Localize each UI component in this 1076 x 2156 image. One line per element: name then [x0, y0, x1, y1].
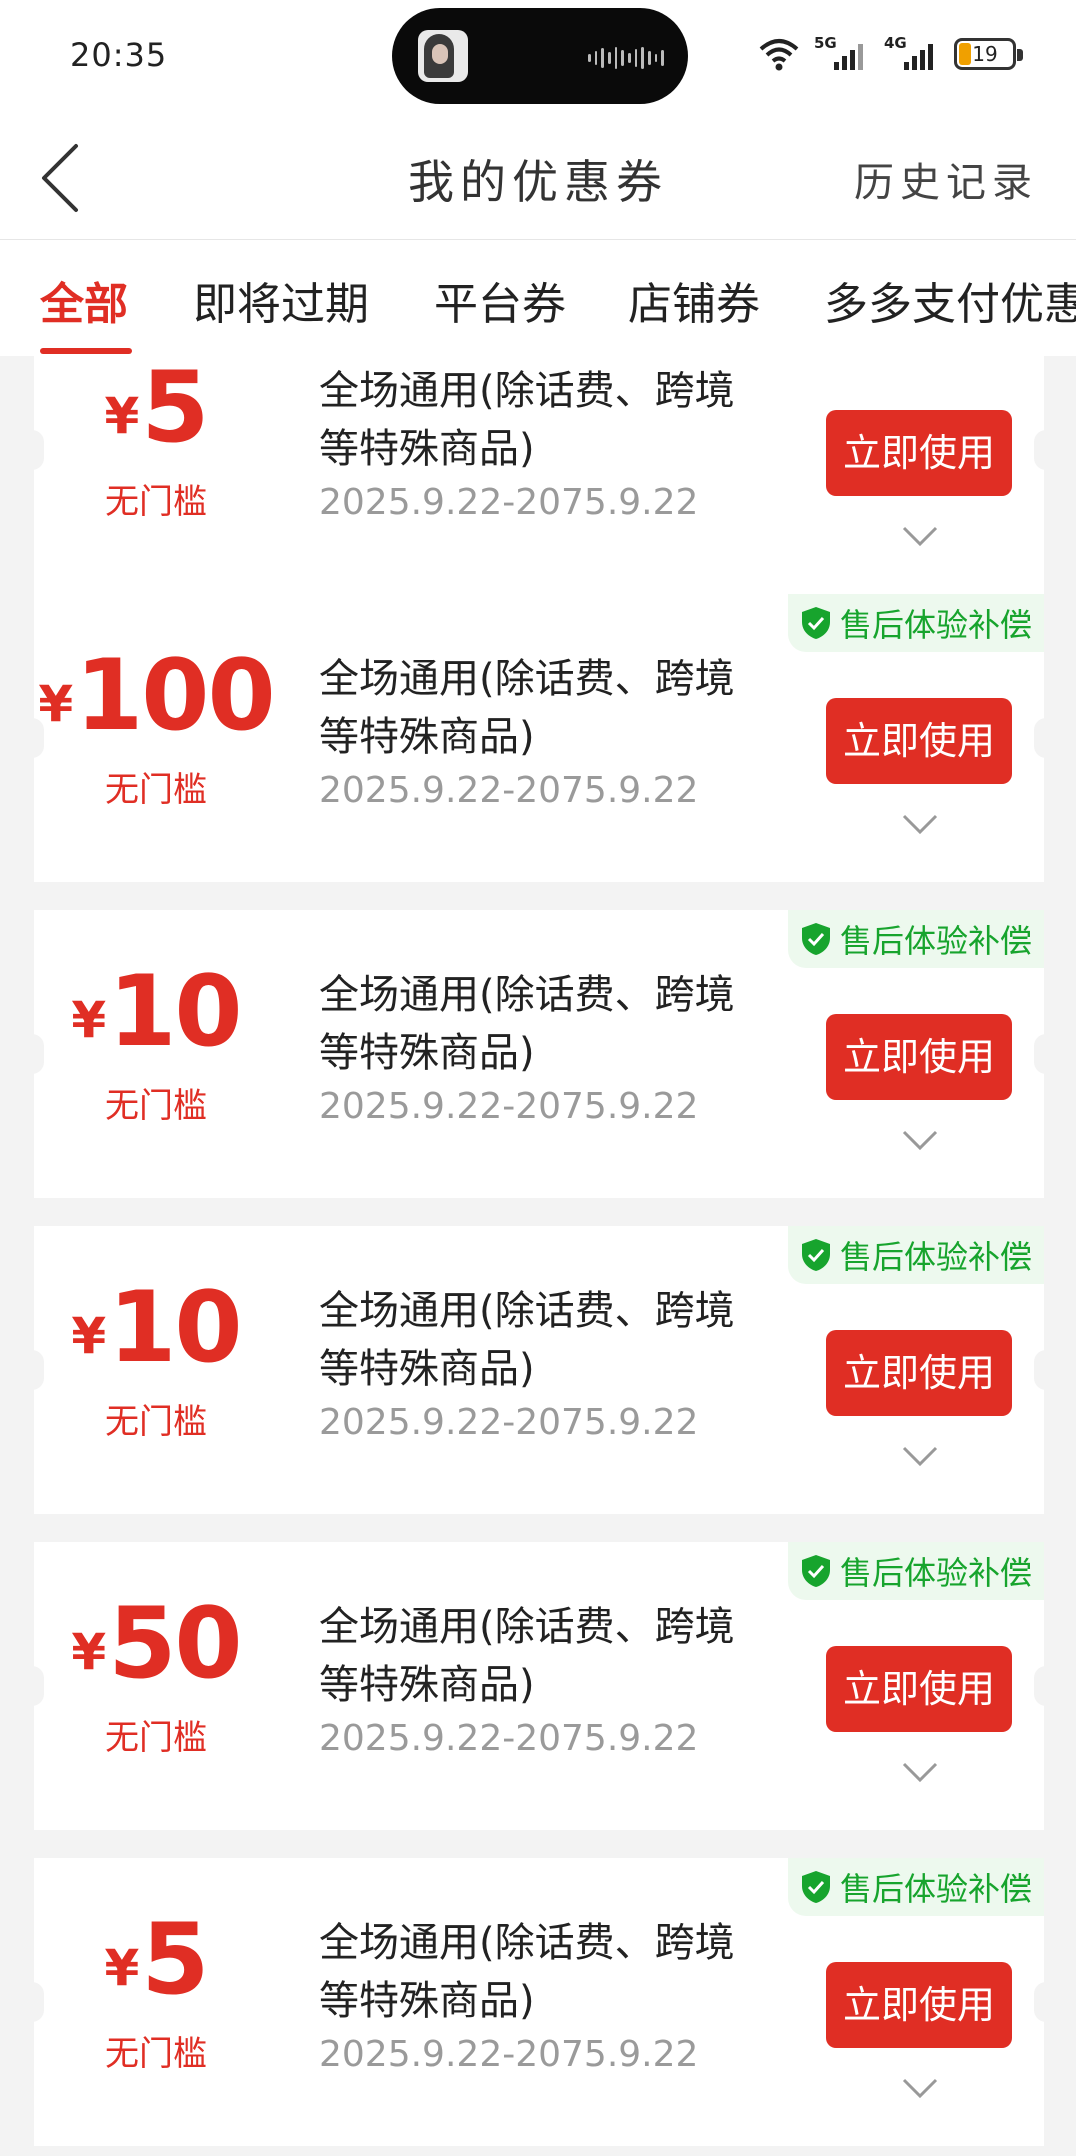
amount-value: 10: [108, 955, 242, 1069]
coupon-card: 售后体验补偿 ¥50 无门槛 全场通用(除话费、跨境等特殊商品) 2025.9.…: [20, 1542, 1058, 1830]
amount-value: 100: [75, 639, 276, 753]
coupon-threshold: 无门槛: [105, 1402, 207, 1442]
coupon-card: ¥5 无门槛 全场通用(除话费、跨境等特殊商品) 2025.9.22-2075.…: [20, 356, 1058, 594]
tab-expiring[interactable]: 即将过期: [193, 268, 369, 332]
wifi-icon: [759, 39, 799, 71]
chevron-down-icon[interactable]: [900, 524, 940, 548]
after-sale-badge: 售后体验补偿: [787, 594, 1044, 652]
shield-check-icon: [801, 1555, 830, 1587]
coupon-amount: ¥5: [34, 1910, 278, 2010]
use-now-button[interactable]: 立即使用: [826, 698, 1012, 784]
coupon-amount: ¥5: [34, 358, 278, 458]
currency-symbol: ¥: [71, 1623, 107, 1681]
coupon-description: 全场通用(除话费、跨境等特殊商品): [319, 1288, 735, 1392]
coupon-list: ¥5 无门槛 全场通用(除话费、跨境等特殊商品) 2025.9.22-2075.…: [0, 356, 1076, 2156]
badge-text: 售后体验补偿: [839, 1238, 1032, 1276]
currency-symbol: ¥: [38, 675, 74, 733]
coupon-threshold: 无门槛: [105, 770, 207, 810]
shield-check-icon: [801, 1239, 830, 1271]
signal-4g-icon: 4G: [884, 34, 940, 74]
status-time: 20:35: [70, 36, 168, 74]
battery-level: 19: [972, 42, 998, 66]
status-icons: 5G 4G 19: [758, 30, 1023, 78]
status-bar: 20:35 5G 4G 19: [0, 0, 1076, 112]
coupon-description: 全场通用(除话费、跨境等特殊商品): [319, 972, 735, 1076]
nav-header: 我的优惠券 历史记录: [0, 112, 1076, 240]
after-sale-badge: 售后体验补偿: [787, 910, 1044, 968]
use-now-button[interactable]: 立即使用: [826, 1014, 1012, 1100]
coupon-description: 全场通用(除话费、跨境等特殊商品): [319, 1920, 735, 2024]
coupon-validity: 2025.9.22-2075.9.22: [319, 1402, 699, 1443]
audio-wave-icon: [588, 46, 665, 70]
amount-value: 5: [141, 356, 209, 465]
amount-value: 50: [108, 1587, 242, 1701]
badge-text: 售后体验补偿: [839, 922, 1032, 960]
coupon-amount: ¥50: [34, 1594, 278, 1694]
coupon-card: 售后体验补偿 ¥10 无门槛 全场通用(除话费、跨境等特殊商品) 2025.9.…: [20, 910, 1058, 1198]
active-tab-indicator: [40, 348, 132, 354]
coupon-description: 全场通用(除话费、跨境等特殊商品): [319, 1604, 735, 1708]
chevron-down-icon[interactable]: [900, 1760, 940, 1784]
coupon-amount: ¥10: [34, 1278, 278, 1378]
after-sale-badge: 售后体验补偿: [787, 1226, 1044, 1284]
tab-all[interactable]: 全部: [40, 268, 128, 332]
badge-text: 售后体验补偿: [839, 1870, 1032, 1908]
chevron-down-icon[interactable]: [900, 1128, 940, 1152]
coupon-tabs: 全部 即将过期 平台券 店铺券 多多支付优惠: [0, 240, 1076, 356]
tab-pdd-pay[interactable]: 多多支付优惠: [824, 268, 1076, 332]
signal-5g-icon: 5G: [814, 34, 870, 74]
currency-symbol: ¥: [104, 387, 140, 445]
coupon-card: 售后体验补偿 ¥10 无门槛 全场通用(除话费、跨境等特殊商品) 2025.9.…: [20, 1226, 1058, 1514]
coupon-card: 售后体验补偿 ¥5 无门槛 全场通用(除话费、跨境等特殊商品) 2025.9.2…: [20, 1858, 1058, 2146]
coupon-validity: 2025.9.22-2075.9.22: [319, 1086, 699, 1127]
music-cover-icon: [418, 30, 468, 82]
after-sale-badge: 售后体验补偿: [787, 1542, 1044, 1600]
coupon-description: 全场通用(除话费、跨境等特殊商品): [319, 368, 735, 472]
currency-symbol: ¥: [71, 991, 107, 1049]
after-sale-badge: 售后体验补偿: [787, 1858, 1044, 1916]
coupon-validity: 2025.9.22-2075.9.22: [319, 482, 699, 523]
dynamic-island[interactable]: [392, 8, 688, 104]
history-link[interactable]: 历史记录: [854, 150, 1038, 208]
amount-value: 5: [141, 1903, 209, 2017]
chevron-down-icon[interactable]: [900, 812, 940, 836]
coupon-amount: ¥100: [34, 646, 278, 746]
tab-platform[interactable]: 平台券: [434, 268, 566, 332]
use-now-button[interactable]: 立即使用: [826, 1330, 1012, 1416]
coupon-threshold: 无门槛: [105, 1718, 207, 1758]
coupon-validity: 2025.9.22-2075.9.22: [319, 2034, 699, 2075]
use-now-button[interactable]: 立即使用: [826, 1962, 1012, 2048]
currency-symbol: ¥: [71, 1307, 107, 1365]
chevron-down-icon[interactable]: [900, 1444, 940, 1468]
chevron-down-icon[interactable]: [900, 2076, 940, 2100]
shield-check-icon: [801, 1871, 830, 1903]
tab-store[interactable]: 店铺券: [628, 268, 760, 332]
coupon-amount: ¥10: [34, 962, 278, 1062]
shield-check-icon: [801, 607, 830, 639]
coupon-card: 售后体验补偿 ¥100 无门槛 全场通用(除话费、跨境等特殊商品) 2025.9…: [20, 594, 1058, 882]
coupon-validity: 2025.9.22-2075.9.22: [319, 770, 699, 811]
coupon-threshold: 无门槛: [105, 482, 207, 522]
coupon-threshold: 无门槛: [105, 1086, 207, 1126]
shield-check-icon: [801, 923, 830, 955]
badge-text: 售后体验补偿: [839, 1554, 1032, 1592]
amount-value: 10: [108, 1271, 242, 1385]
currency-symbol: ¥: [104, 1939, 140, 1997]
coupon-description: 全场通用(除话费、跨境等特殊商品): [319, 656, 735, 760]
coupon-threshold: 无门槛: [105, 2034, 207, 2074]
battery-icon: 19: [954, 38, 1023, 70]
use-now-button[interactable]: 立即使用: [826, 1646, 1012, 1732]
coupon-validity: 2025.9.22-2075.9.22: [319, 1718, 699, 1759]
use-now-button[interactable]: 立即使用: [826, 410, 1012, 496]
badge-text: 售后体验补偿: [839, 606, 1032, 644]
